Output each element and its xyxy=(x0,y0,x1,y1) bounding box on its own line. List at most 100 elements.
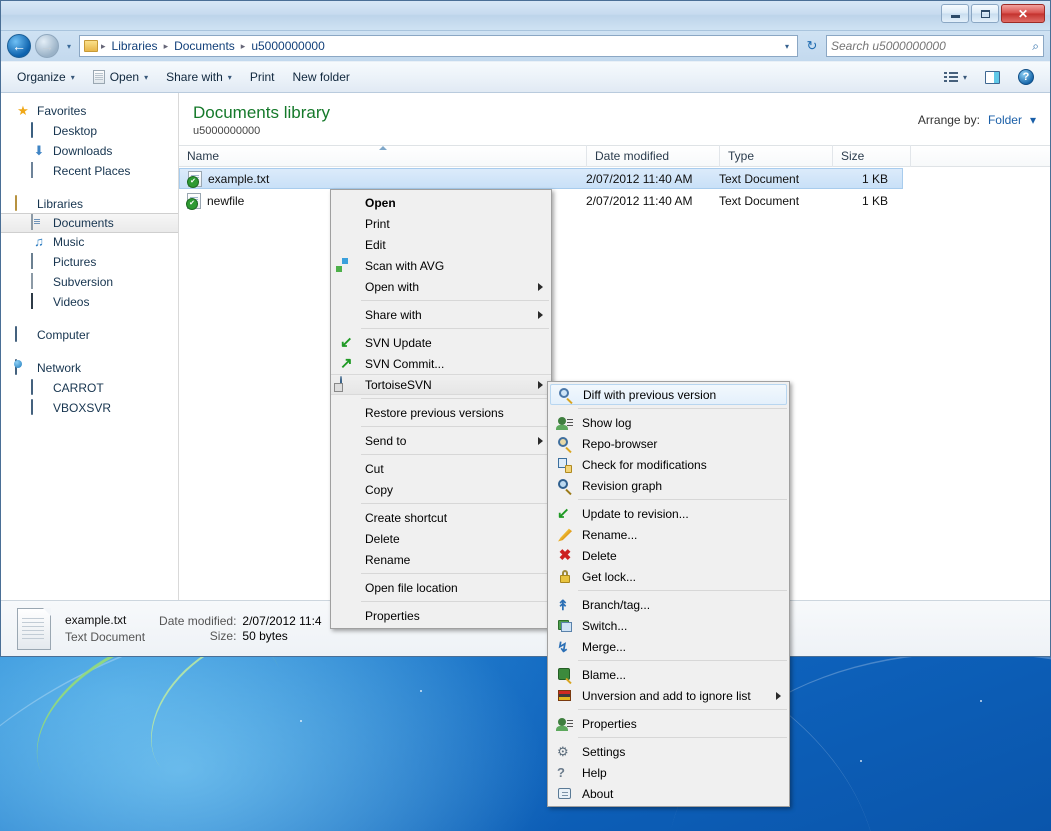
details-file-name: example.txt xyxy=(65,612,145,629)
menu-item-repo-browser[interactable]: Repo-browser xyxy=(548,433,789,454)
new-folder-button[interactable]: New folder xyxy=(285,66,358,88)
help-icon: ? xyxy=(1018,69,1034,85)
sidebar-item-downloads[interactable]: ⬇ Downloads xyxy=(1,141,178,161)
menu-label: Switch... xyxy=(582,619,627,633)
column-header-date-modified[interactable]: Date modified xyxy=(587,145,720,167)
menu-item-unversion-and-add-to-ignore-list[interactable]: Unversion and add to ignore list xyxy=(548,685,789,706)
menu-label: TortoiseSVN xyxy=(365,378,432,392)
menu-item-share-with[interactable]: Share with xyxy=(331,304,551,325)
sidebar-group-computer[interactable]: Computer xyxy=(1,325,178,345)
sidebar-item-desktop[interactable]: Desktop xyxy=(1,121,178,141)
show-preview-pane-button[interactable] xyxy=(977,67,1008,88)
breadcrumb-item-current[interactable]: u5000000000 xyxy=(248,38,327,54)
menu-item-delete[interactable]: Delete xyxy=(331,528,551,549)
sidebar-group-libraries[interactable]: Libraries xyxy=(1,194,178,214)
menu-item-about[interactable]: About xyxy=(548,783,789,804)
menu-item-open[interactable]: Open xyxy=(331,192,551,213)
title-bar[interactable]: ✕ xyxy=(1,1,1050,31)
sidebar-item-videos[interactable]: Videos xyxy=(1,292,178,312)
sidebar-item-music[interactable]: ♫ Music xyxy=(1,232,178,252)
svn-update-icon: ↙ xyxy=(340,335,356,351)
address-dropdown-icon[interactable]: ▾ xyxy=(781,42,793,51)
menu-item-settings[interactable]: ⚙ Settings xyxy=(548,741,789,762)
menu-item-branch-tag[interactable]: ↟ Branch/tag... xyxy=(548,594,789,615)
menu-item-rename[interactable]: Rename xyxy=(331,549,551,570)
menu-item-svn-commit[interactable]: ↗ SVN Commit... xyxy=(331,353,551,374)
sidebar-item-recent-places[interactable]: Recent Places xyxy=(1,161,178,181)
menu-separator xyxy=(361,426,549,427)
merge-icon: ↯ xyxy=(557,639,573,655)
organize-label: Organize xyxy=(17,70,66,84)
menu-item-diff-with-previous-version[interactable]: Diff with previous version xyxy=(550,384,787,405)
details-size-label: Size: xyxy=(159,629,236,643)
arrange-by-value[interactable]: Folder xyxy=(988,113,1022,127)
sidebar-group-favorites[interactable]: ★ Favorites xyxy=(1,101,178,121)
menu-item-restore-previous-versions[interactable]: Restore previous versions xyxy=(331,402,551,423)
switch-icon xyxy=(557,618,573,634)
history-dropdown-button[interactable]: ▾ xyxy=(63,42,75,51)
menu-item-blame[interactable]: Blame... xyxy=(548,664,789,685)
page-title: Documents library xyxy=(193,103,330,123)
help-button[interactable]: ? xyxy=(1010,65,1042,89)
menu-item-open-file-location[interactable]: Open file location xyxy=(331,577,551,598)
revision-graph-icon xyxy=(557,478,573,494)
sidebar-group-network[interactable]: Network xyxy=(1,358,178,378)
menu-item-switch[interactable]: Switch... xyxy=(548,615,789,636)
sidebar-label: Recent Places xyxy=(53,164,130,178)
search-box[interactable]: ⌕ xyxy=(826,35,1044,57)
menu-item-revision-graph[interactable]: Revision graph xyxy=(548,475,789,496)
sidebar-item-carrot[interactable]: CARROT xyxy=(1,378,178,398)
share-with-button[interactable]: Share with ▾ xyxy=(158,66,240,88)
menu-item-svn-update[interactable]: ↙ SVN Update xyxy=(331,332,551,353)
menu-item-scan-with-avg[interactable]: Scan with AVG xyxy=(331,255,551,276)
column-header-size[interactable]: Size xyxy=(833,145,911,167)
menu-item-delete[interactable]: ✖ Delete xyxy=(548,545,789,566)
search-input[interactable] xyxy=(831,39,1028,53)
organize-button[interactable]: Organize ▾ xyxy=(9,66,83,88)
menu-item-copy[interactable]: Copy xyxy=(331,479,551,500)
menu-item-cut[interactable]: Cut xyxy=(331,458,551,479)
sidebar-item-subversion[interactable]: Subversion xyxy=(1,272,178,292)
menu-item-open-with[interactable]: Open with xyxy=(331,276,551,297)
menu-item-rename[interactable]: Rename... xyxy=(548,524,789,545)
minimize-button[interactable] xyxy=(941,4,969,23)
menu-item-create-shortcut[interactable]: Create shortcut xyxy=(331,507,551,528)
menu-item-update-to-revision[interactable]: ↙ Update to revision... xyxy=(548,503,789,524)
breadcrumb-item-libraries[interactable]: Libraries xyxy=(109,38,161,54)
menu-item-show-log[interactable]: Show log xyxy=(548,412,789,433)
menu-label: Repo-browser xyxy=(582,437,657,451)
chevron-down-icon[interactable]: ▾ xyxy=(1030,113,1036,127)
column-header-spacer xyxy=(911,145,1050,167)
close-button[interactable]: ✕ xyxy=(1001,4,1045,23)
back-button[interactable]: ← xyxy=(7,34,31,58)
refresh-button[interactable]: ↻ xyxy=(802,38,822,54)
file-context-menu: Open Print Edit Scan with AVG Open with … xyxy=(330,189,552,629)
column-label: Type xyxy=(728,149,754,163)
open-button[interactable]: Open ▾ xyxy=(85,66,156,88)
menu-item-help[interactable]: ? Help xyxy=(548,762,789,783)
maximize-button[interactable] xyxy=(971,4,999,23)
menu-item-check-for-modifications[interactable]: Check for modifications xyxy=(548,454,789,475)
forward-button[interactable]: → xyxy=(35,34,59,58)
table-row[interactable]: example.txt 2/07/2012 11:40 AM Text Docu… xyxy=(179,168,903,189)
menu-item-edit[interactable]: Edit xyxy=(331,234,551,255)
text-document-svn-ok-icon xyxy=(187,193,201,209)
breadcrumb-item-documents[interactable]: Documents xyxy=(171,38,238,54)
print-button[interactable]: Print xyxy=(242,66,283,88)
menu-item-properties[interactable]: Properties xyxy=(331,605,551,626)
menu-item-merge[interactable]: ↯ Merge... xyxy=(548,636,789,657)
menu-item-get-lock[interactable]: Get lock... xyxy=(548,566,789,587)
menu-item-send-to[interactable]: Send to xyxy=(331,430,551,451)
breadcrumb[interactable]: ▸ Libraries ▸ Documents ▸ u5000000000 ▾ xyxy=(79,35,798,57)
menu-item-tortoisesvn[interactable]: TortoiseSVN xyxy=(331,374,551,395)
change-view-button[interactable]: ▾ xyxy=(936,67,975,87)
sidebar-item-vboxsvr[interactable]: VBOXSVR xyxy=(1,398,178,418)
menu-item-properties[interactable]: Properties xyxy=(548,713,789,734)
column-header-type[interactable]: Type xyxy=(720,145,833,167)
sidebar-item-pictures[interactable]: Pictures xyxy=(1,252,178,272)
menu-item-print[interactable]: Print xyxy=(331,213,551,234)
menu-label: Properties xyxy=(582,717,637,731)
sidebar-item-documents[interactable]: Documents xyxy=(1,213,178,233)
menu-label: Copy xyxy=(365,483,393,497)
column-header-name[interactable]: Name xyxy=(179,145,587,167)
